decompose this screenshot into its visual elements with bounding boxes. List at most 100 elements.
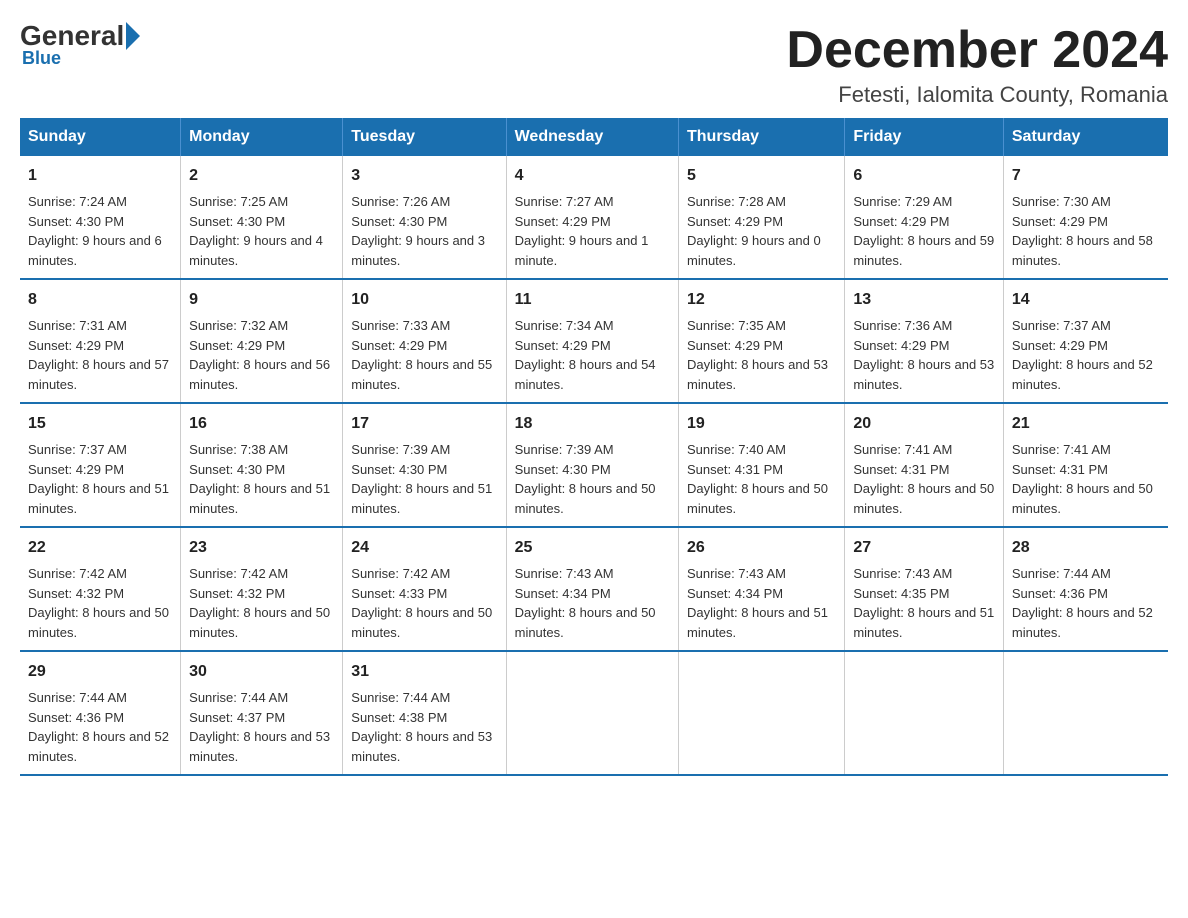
day-daylight: Daylight: 9 hours and 4 minutes. <box>189 233 323 268</box>
calendar-cell: 26 Sunrise: 7:43 AM Sunset: 4:34 PM Dayl… <box>679 527 845 651</box>
day-sunrise: Sunrise: 7:39 AM <box>351 442 450 457</box>
day-daylight: Daylight: 8 hours and 52 minutes. <box>28 729 169 764</box>
calendar-week-row: 22 Sunrise: 7:42 AM Sunset: 4:32 PM Dayl… <box>20 527 1168 651</box>
day-number: 31 <box>351 660 497 684</box>
calendar-cell: 16 Sunrise: 7:38 AM Sunset: 4:30 PM Dayl… <box>181 403 343 527</box>
calendar-cell: 13 Sunrise: 7:36 AM Sunset: 4:29 PM Dayl… <box>845 279 1004 403</box>
day-sunrise: Sunrise: 7:34 AM <box>515 318 614 333</box>
header-sunday: Sunday <box>20 118 181 156</box>
calendar-cell: 24 Sunrise: 7:42 AM Sunset: 4:33 PM Dayl… <box>343 527 506 651</box>
day-daylight: Daylight: 8 hours and 55 minutes. <box>351 357 492 392</box>
day-sunrise: Sunrise: 7:43 AM <box>687 566 786 581</box>
day-sunset: Sunset: 4:29 PM <box>28 338 124 353</box>
day-sunrise: Sunrise: 7:38 AM <box>189 442 288 457</box>
day-sunset: Sunset: 4:29 PM <box>1012 214 1108 229</box>
day-sunset: Sunset: 4:29 PM <box>515 338 611 353</box>
calendar-title: December 2024 <box>786 20 1168 80</box>
calendar-cell <box>506 651 678 775</box>
day-number: 17 <box>351 412 497 436</box>
calendar-cell: 5 Sunrise: 7:28 AM Sunset: 4:29 PM Dayli… <box>679 156 845 279</box>
day-sunset: Sunset: 4:30 PM <box>351 462 447 477</box>
day-daylight: Daylight: 8 hours and 52 minutes. <box>1012 605 1153 640</box>
day-daylight: Daylight: 8 hours and 50 minutes. <box>515 481 656 516</box>
day-sunset: Sunset: 4:30 PM <box>189 462 285 477</box>
day-sunrise: Sunrise: 7:43 AM <box>853 566 952 581</box>
day-daylight: Daylight: 8 hours and 50 minutes. <box>189 605 330 640</box>
day-sunrise: Sunrise: 7:42 AM <box>351 566 450 581</box>
day-number: 23 <box>189 536 334 560</box>
calendar-cell: 10 Sunrise: 7:33 AM Sunset: 4:29 PM Dayl… <box>343 279 506 403</box>
day-sunset: Sunset: 4:29 PM <box>687 214 783 229</box>
day-daylight: Daylight: 8 hours and 50 minutes. <box>687 481 828 516</box>
day-daylight: Daylight: 8 hours and 56 minutes. <box>189 357 330 392</box>
day-number: 2 <box>189 164 334 188</box>
day-number: 3 <box>351 164 497 188</box>
calendar-cell: 21 Sunrise: 7:41 AM Sunset: 4:31 PM Dayl… <box>1003 403 1168 527</box>
day-sunrise: Sunrise: 7:44 AM <box>1012 566 1111 581</box>
day-daylight: Daylight: 8 hours and 51 minutes. <box>687 605 828 640</box>
title-block: December 2024 Fetesti, Ialomita County, … <box>786 20 1168 108</box>
day-sunset: Sunset: 4:29 PM <box>189 338 285 353</box>
day-sunrise: Sunrise: 7:30 AM <box>1012 194 1111 209</box>
day-number: 15 <box>28 412 172 436</box>
day-daylight: Daylight: 8 hours and 53 minutes. <box>853 357 994 392</box>
calendar-cell: 25 Sunrise: 7:43 AM Sunset: 4:34 PM Dayl… <box>506 527 678 651</box>
day-number: 24 <box>351 536 497 560</box>
day-daylight: Daylight: 8 hours and 58 minutes. <box>1012 233 1153 268</box>
logo-arrow-icon <box>126 22 140 50</box>
calendar-cell: 12 Sunrise: 7:35 AM Sunset: 4:29 PM Dayl… <box>679 279 845 403</box>
day-number: 20 <box>853 412 995 436</box>
calendar-cell: 27 Sunrise: 7:43 AM Sunset: 4:35 PM Dayl… <box>845 527 1004 651</box>
day-number: 8 <box>28 288 172 312</box>
day-daylight: Daylight: 9 hours and 0 minutes. <box>687 233 821 268</box>
calendar-cell <box>845 651 1004 775</box>
day-sunset: Sunset: 4:30 PM <box>189 214 285 229</box>
day-number: 9 <box>189 288 334 312</box>
calendar-week-row: 1 Sunrise: 7:24 AM Sunset: 4:30 PM Dayli… <box>20 156 1168 279</box>
day-daylight: Daylight: 8 hours and 50 minutes. <box>1012 481 1153 516</box>
day-daylight: Daylight: 8 hours and 51 minutes. <box>28 481 169 516</box>
day-number: 28 <box>1012 536 1160 560</box>
day-sunrise: Sunrise: 7:41 AM <box>1012 442 1111 457</box>
day-sunset: Sunset: 4:29 PM <box>1012 338 1108 353</box>
day-number: 29 <box>28 660 172 684</box>
day-number: 10 <box>351 288 497 312</box>
day-sunrise: Sunrise: 7:29 AM <box>853 194 952 209</box>
calendar-week-row: 15 Sunrise: 7:37 AM Sunset: 4:29 PM Dayl… <box>20 403 1168 527</box>
day-number: 4 <box>515 164 670 188</box>
day-number: 11 <box>515 288 670 312</box>
day-sunrise: Sunrise: 7:42 AM <box>189 566 288 581</box>
day-sunrise: Sunrise: 7:37 AM <box>28 442 127 457</box>
day-number: 7 <box>1012 164 1160 188</box>
calendar-cell: 29 Sunrise: 7:44 AM Sunset: 4:36 PM Dayl… <box>20 651 181 775</box>
day-sunset: Sunset: 4:29 PM <box>687 338 783 353</box>
day-sunset: Sunset: 4:38 PM <box>351 710 447 725</box>
day-sunset: Sunset: 4:29 PM <box>28 462 124 477</box>
calendar-cell: 1 Sunrise: 7:24 AM Sunset: 4:30 PM Dayli… <box>20 156 181 279</box>
day-daylight: Daylight: 8 hours and 53 minutes. <box>189 729 330 764</box>
calendar-cell: 18 Sunrise: 7:39 AM Sunset: 4:30 PM Dayl… <box>506 403 678 527</box>
header-monday: Monday <box>181 118 343 156</box>
calendar-table: SundayMondayTuesdayWednesdayThursdayFrid… <box>20 118 1168 776</box>
calendar-cell: 11 Sunrise: 7:34 AM Sunset: 4:29 PM Dayl… <box>506 279 678 403</box>
header-tuesday: Tuesday <box>343 118 506 156</box>
day-number: 18 <box>515 412 670 436</box>
day-sunrise: Sunrise: 7:35 AM <box>687 318 786 333</box>
header-thursday: Thursday <box>679 118 845 156</box>
day-daylight: Daylight: 9 hours and 6 minutes. <box>28 233 162 268</box>
calendar-cell: 6 Sunrise: 7:29 AM Sunset: 4:29 PM Dayli… <box>845 156 1004 279</box>
day-sunrise: Sunrise: 7:39 AM <box>515 442 614 457</box>
day-number: 5 <box>687 164 836 188</box>
calendar-cell: 9 Sunrise: 7:32 AM Sunset: 4:29 PM Dayli… <box>181 279 343 403</box>
day-number: 30 <box>189 660 334 684</box>
day-sunrise: Sunrise: 7:31 AM <box>28 318 127 333</box>
calendar-cell: 14 Sunrise: 7:37 AM Sunset: 4:29 PM Dayl… <box>1003 279 1168 403</box>
calendar-cell: 17 Sunrise: 7:39 AM Sunset: 4:30 PM Dayl… <box>343 403 506 527</box>
day-daylight: Daylight: 9 hours and 3 minutes. <box>351 233 485 268</box>
day-sunset: Sunset: 4:37 PM <box>189 710 285 725</box>
day-sunset: Sunset: 4:29 PM <box>351 338 447 353</box>
calendar-cell: 28 Sunrise: 7:44 AM Sunset: 4:36 PM Dayl… <box>1003 527 1168 651</box>
calendar-cell: 30 Sunrise: 7:44 AM Sunset: 4:37 PM Dayl… <box>181 651 343 775</box>
day-sunrise: Sunrise: 7:32 AM <box>189 318 288 333</box>
calendar-cell <box>679 651 845 775</box>
